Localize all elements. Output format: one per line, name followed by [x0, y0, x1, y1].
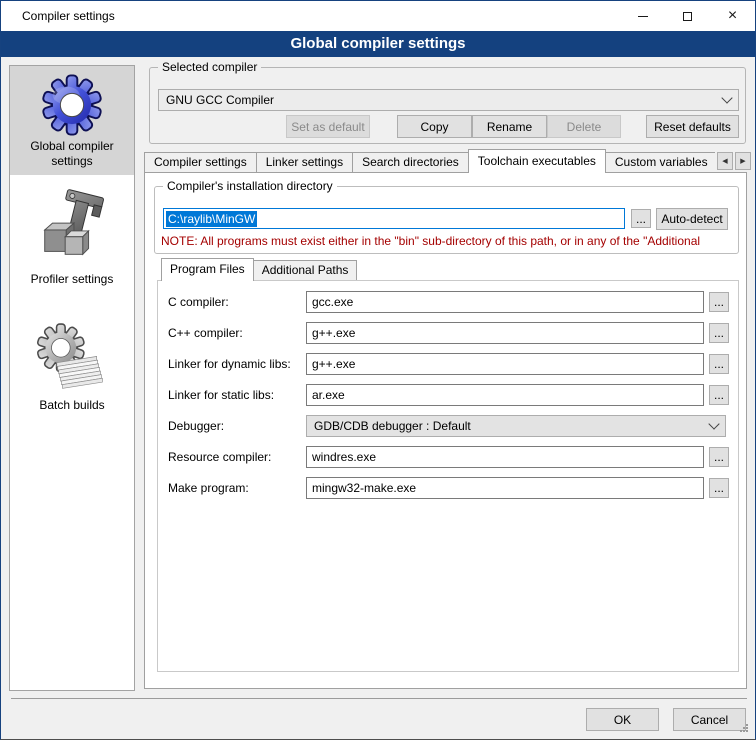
- tab-linker-settings[interactable]: Linker settings: [256, 152, 353, 173]
- c-compiler-label: C compiler:: [168, 295, 229, 309]
- tab-compiler-settings[interactable]: Compiler settings: [144, 152, 257, 173]
- page-title: Global compiler settings: [1, 31, 755, 57]
- linker-static-row: Linker for static libs: ...: [158, 384, 738, 406]
- title-bar: Compiler settings ×: [1, 1, 755, 31]
- tab-scroll-right-button[interactable]: ▶: [735, 152, 751, 170]
- cpp-compiler-row: C++ compiler: ...: [158, 322, 738, 344]
- delete-button: Delete: [547, 115, 621, 138]
- sidebar-item-label: Global compiler settings: [14, 139, 130, 169]
- installation-directory-input[interactable]: C:\raylib\MinGW: [163, 208, 625, 229]
- compiler-settings-dialog: Compiler settings × Global compiler sett…: [0, 0, 756, 740]
- sidebar-item-label: Batch builds: [39, 398, 104, 413]
- tab-scroll-buttons: ◀ ▶: [717, 152, 751, 170]
- compiler-select[interactable]: GNU GCC Compiler: [158, 89, 739, 111]
- debugger-label: Debugger:: [168, 419, 224, 433]
- cpp-compiler-input[interactable]: [306, 322, 704, 344]
- close-button[interactable]: ×: [710, 1, 755, 31]
- linker-static-label: Linker for static libs:: [168, 388, 274, 402]
- sidebar-item-global-compiler-settings[interactable]: Global compiler settings: [10, 66, 134, 175]
- ok-button[interactable]: OK: [586, 708, 659, 731]
- cancel-button[interactable]: Cancel: [673, 708, 746, 731]
- maximize-icon: [683, 12, 692, 21]
- toolchain-executables-page: Compiler's installation directory C:\ray…: [144, 172, 747, 689]
- linker-static-input[interactable]: [306, 384, 704, 406]
- debugger-select-value: GDB/CDB debugger : Default: [314, 419, 471, 433]
- linker-dynamic-browse-button[interactable]: ...: [709, 354, 729, 374]
- maximize-button[interactable]: [665, 1, 710, 31]
- chevron-down-icon: [708, 418, 719, 429]
- settings-category-sidebar: Global compiler settings: [9, 65, 135, 691]
- chevron-down-icon: [721, 92, 732, 103]
- debugger-select[interactable]: GDB/CDB debugger : Default: [306, 415, 726, 437]
- window-title: Compiler settings: [22, 9, 115, 23]
- arrow-right-icon: ▶: [740, 157, 745, 165]
- minimize-button[interactable]: [620, 1, 665, 31]
- resource-compiler-label: Resource compiler:: [168, 450, 271, 464]
- c-compiler-row: C compiler: ...: [158, 291, 738, 313]
- cpp-compiler-browse-button[interactable]: ...: [709, 323, 729, 343]
- set-as-default-button: Set as default: [286, 115, 370, 138]
- resize-grip[interactable]: [740, 724, 742, 726]
- tab-scroll-left-button[interactable]: ◀: [717, 152, 733, 170]
- blue-gear-icon: [41, 74, 103, 136]
- subtab-program-files[interactable]: Program Files: [161, 258, 254, 281]
- copy-button[interactable]: Copy: [397, 115, 472, 138]
- close-icon: ×: [728, 8, 737, 24]
- selected-compiler-group: Selected compiler GNU GCC Compiler Set a…: [149, 67, 746, 144]
- window-controls: ×: [620, 1, 755, 31]
- resource-compiler-browse-button[interactable]: ...: [709, 447, 729, 467]
- program-files-panel: C compiler: ... C++ compiler: ... Linker…: [157, 280, 739, 672]
- linker-dynamic-label: Linker for dynamic libs:: [168, 357, 291, 371]
- compiler-select-value: GNU GCC Compiler: [166, 93, 274, 107]
- installation-directory-group: Compiler's installation directory C:\ray…: [154, 186, 739, 254]
- sidebar-item-label: Profiler settings: [31, 272, 114, 287]
- c-compiler-browse-button[interactable]: ...: [709, 292, 729, 312]
- linker-dynamic-row: Linker for dynamic libs: ...: [158, 353, 738, 375]
- bin-subdirectory-note: NOTE: All programs must exist either in …: [161, 234, 735, 248]
- rename-button[interactable]: Rename: [472, 115, 547, 138]
- tab-search-directories[interactable]: Search directories: [352, 152, 469, 173]
- resource-compiler-row: Resource compiler: ...: [158, 446, 738, 468]
- tab-custom-variables[interactable]: Custom variables: [605, 152, 715, 173]
- subtab-additional-paths[interactable]: Additional Paths: [253, 260, 358, 281]
- cpp-compiler-label: C++ compiler:: [168, 326, 243, 340]
- installation-directory-group-label: Compiler's installation directory: [163, 179, 337, 193]
- selected-compiler-group-label: Selected compiler: [158, 60, 261, 74]
- sidebar-item-profiler-settings[interactable]: Profiler settings: [10, 179, 134, 293]
- batch-builds-icon: [34, 321, 110, 395]
- make-program-row: Make program: ...: [158, 477, 738, 499]
- settings-tab-strip: Compiler settings Linker settings Search…: [144, 149, 715, 173]
- resource-compiler-input[interactable]: [306, 446, 704, 468]
- installation-directory-browse-button[interactable]: ...: [631, 209, 651, 228]
- debugger-row: Debugger: GDB/CDB debugger : Default: [158, 415, 738, 437]
- installation-directory-selected-text: C:\raylib\MinGW: [166, 211, 257, 227]
- make-program-input[interactable]: [306, 477, 704, 499]
- linker-static-browse-button[interactable]: ...: [709, 385, 729, 405]
- auto-detect-button[interactable]: Auto-detect: [656, 208, 728, 230]
- program-files-tab-strip: Program Files Additional Paths: [161, 258, 357, 281]
- c-compiler-input[interactable]: [306, 291, 704, 313]
- profiler-caliper-icon: [33, 187, 111, 269]
- make-program-label: Make program:: [168, 481, 249, 495]
- tab-toolchain-executables[interactable]: Toolchain executables: [468, 149, 606, 173]
- arrow-left-icon: ◀: [722, 157, 727, 165]
- minimize-icon: [638, 16, 648, 17]
- sidebar-item-batch-builds[interactable]: Batch builds: [10, 313, 134, 419]
- footer-separator: [11, 698, 747, 699]
- reset-defaults-button[interactable]: Reset defaults: [646, 115, 739, 138]
- make-program-browse-button[interactable]: ...: [709, 478, 729, 498]
- linker-dynamic-input[interactable]: [306, 353, 704, 375]
